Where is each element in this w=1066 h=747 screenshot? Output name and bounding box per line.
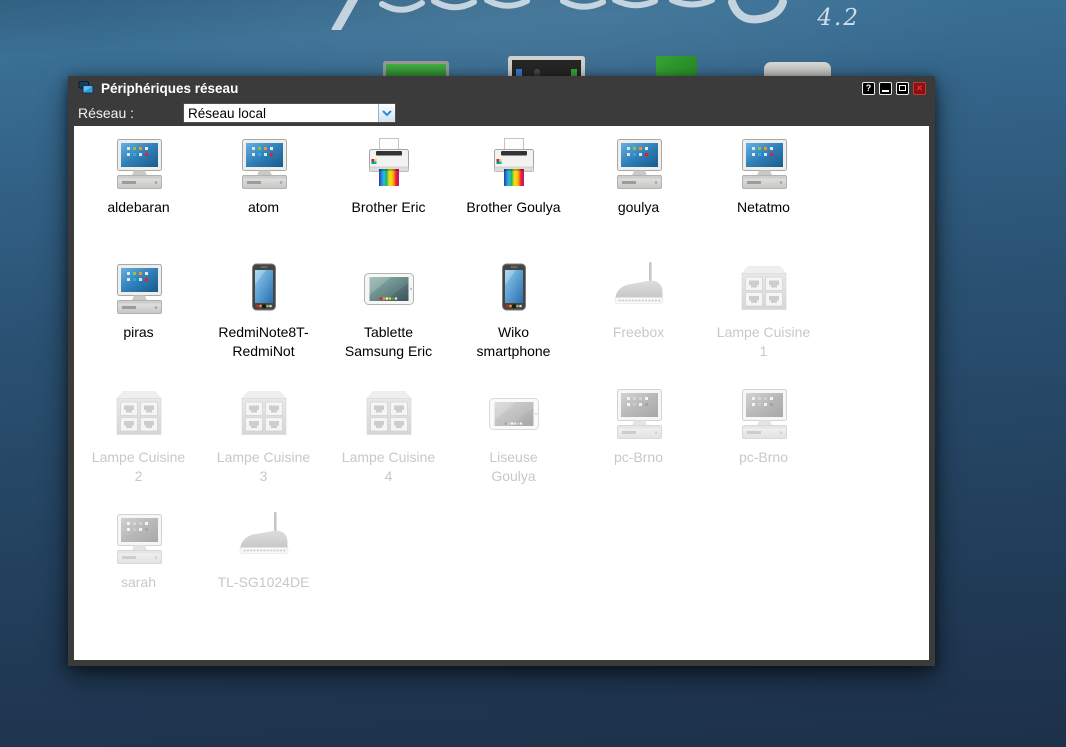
switch-icon <box>236 386 292 442</box>
close-button[interactable]: ✕ <box>913 82 926 95</box>
smartphone-icon <box>486 261 542 317</box>
desktop-icon-partial-4[interactable] <box>764 62 831 76</box>
switch-icon <box>111 386 167 442</box>
device-label: sarah <box>121 573 156 592</box>
device-label: aldebaran <box>107 198 169 217</box>
window-controls: ? ✕ <box>862 82 926 95</box>
computer-icon <box>736 386 792 442</box>
tablet-icon <box>361 261 417 317</box>
device-label: Lampe Cuisine2 <box>92 448 185 486</box>
device-pc-brno-2[interactable]: pc-Brno <box>701 386 826 511</box>
device-label: Netatmo <box>737 198 790 217</box>
device-label: Freebox <box>613 323 664 342</box>
device-aldebaran[interactable]: aldebaran <box>76 136 201 261</box>
network-select-dropdown-button[interactable] <box>378 104 395 122</box>
device-label: atom <box>248 198 279 217</box>
device-redminote8t-redminot[interactable]: RedmiNote8T-RedmiNot <box>201 261 326 386</box>
device-panel: aldebaran atom Brother Eric Brother Goul… <box>74 126 929 660</box>
device-label: Lampe Cuisine3 <box>217 448 310 486</box>
router-icon <box>611 261 667 317</box>
device-wiko-smartphone[interactable]: Wikosmartphone <box>451 261 576 386</box>
device-lampe-cuisine-2[interactable]: Lampe Cuisine2 <box>76 386 201 511</box>
minimize-button[interactable] <box>879 82 892 95</box>
device-sarah[interactable]: sarah <box>76 511 201 636</box>
network-select[interactable]: Réseau local <box>183 103 396 123</box>
computer-icon <box>611 136 667 192</box>
computer-icon <box>111 511 167 567</box>
computer-icon <box>236 136 292 192</box>
device-tl-sg1024de[interactable]: TL-SG1024DE <box>201 511 326 636</box>
network-toolbar: Réseau : Réseau local <box>68 100 935 126</box>
network-select-value: Réseau local <box>184 106 378 121</box>
device-label: Lampe Cuisine4 <box>342 448 435 486</box>
device-piras[interactable]: piras <box>76 261 201 386</box>
device-brother-goulya[interactable]: Brother Goulya <box>451 136 576 261</box>
computer-icon <box>611 386 667 442</box>
device-liseuse-goulya[interactable]: LiseuseGoulya <box>451 386 576 511</box>
device-label: Brother Goulya <box>466 198 560 217</box>
computer-icon <box>736 136 792 192</box>
device-label: Lampe Cuisine1 <box>717 323 810 361</box>
device-freebox[interactable]: Freebox <box>576 261 701 386</box>
device-label: Brother Eric <box>352 198 426 217</box>
maximize-icon <box>899 85 906 91</box>
window-title: Périphériques réseau <box>101 81 238 96</box>
minimize-icon <box>882 90 889 92</box>
device-label: LiseuseGoulya <box>489 448 537 486</box>
device-label: Wikosmartphone <box>477 323 551 361</box>
device-label: TabletteSamsung Eric <box>345 323 432 361</box>
device-lampe-cuisine-3[interactable]: Lampe Cuisine3 <box>201 386 326 511</box>
network-places-icon <box>78 81 94 95</box>
device-netatmo[interactable]: Netatmo <box>701 136 826 261</box>
device-atom[interactable]: atom <box>201 136 326 261</box>
help-button[interactable]: ? <box>862 82 875 95</box>
device-label: TL-SG1024DE <box>218 573 310 592</box>
tablet-icon <box>486 386 542 442</box>
device-label: goulya <box>618 198 659 217</box>
switch-icon <box>736 261 792 317</box>
computer-icon <box>111 136 167 192</box>
titlebar[interactable]: Périphériques réseau ? ✕ <box>68 76 935 100</box>
device-label: pc-Brno <box>614 448 663 467</box>
device-lampe-cuisine-1[interactable]: Lampe Cuisine1 <box>701 261 826 386</box>
device-pc-brno[interactable]: pc-Brno <box>576 386 701 511</box>
network-label: Réseau : <box>78 105 134 121</box>
device-tablette-samsung-eric[interactable]: TabletteSamsung Eric <box>326 261 451 386</box>
desktop-icon-partial-1[interactable] <box>383 61 449 76</box>
device-lampe-cuisine-4[interactable]: Lampe Cuisine4 <box>326 386 451 511</box>
wallpaper-script-remnant <box>320 0 860 30</box>
wallpaper-version-label: 4.2 <box>800 5 860 31</box>
chevron-down-icon <box>382 110 392 117</box>
desktop-icon-partial-3[interactable] <box>656 56 697 76</box>
printer-icon <box>361 136 417 192</box>
printer-icon <box>486 136 542 192</box>
computer-icon <box>111 261 167 317</box>
device-label: pc-Brno <box>739 448 788 467</box>
device-goulya[interactable]: goulya <box>576 136 701 261</box>
device-label: piras <box>123 323 153 342</box>
device-label: RedmiNote8T-RedmiNot <box>218 323 308 361</box>
desktop-icon-partial-2[interactable] <box>508 56 585 76</box>
switch-icon <box>361 386 417 442</box>
device-brother-eric[interactable]: Brother Eric <box>326 136 451 261</box>
device-grid: aldebaran atom Brother Eric Brother Goul… <box>74 126 929 636</box>
network-devices-window: Périphériques réseau ? ✕ Réseau : Réseau… <box>68 76 935 666</box>
router-icon <box>236 511 292 567</box>
smartphone-icon <box>236 261 292 317</box>
maximize-button[interactable] <box>896 82 909 95</box>
